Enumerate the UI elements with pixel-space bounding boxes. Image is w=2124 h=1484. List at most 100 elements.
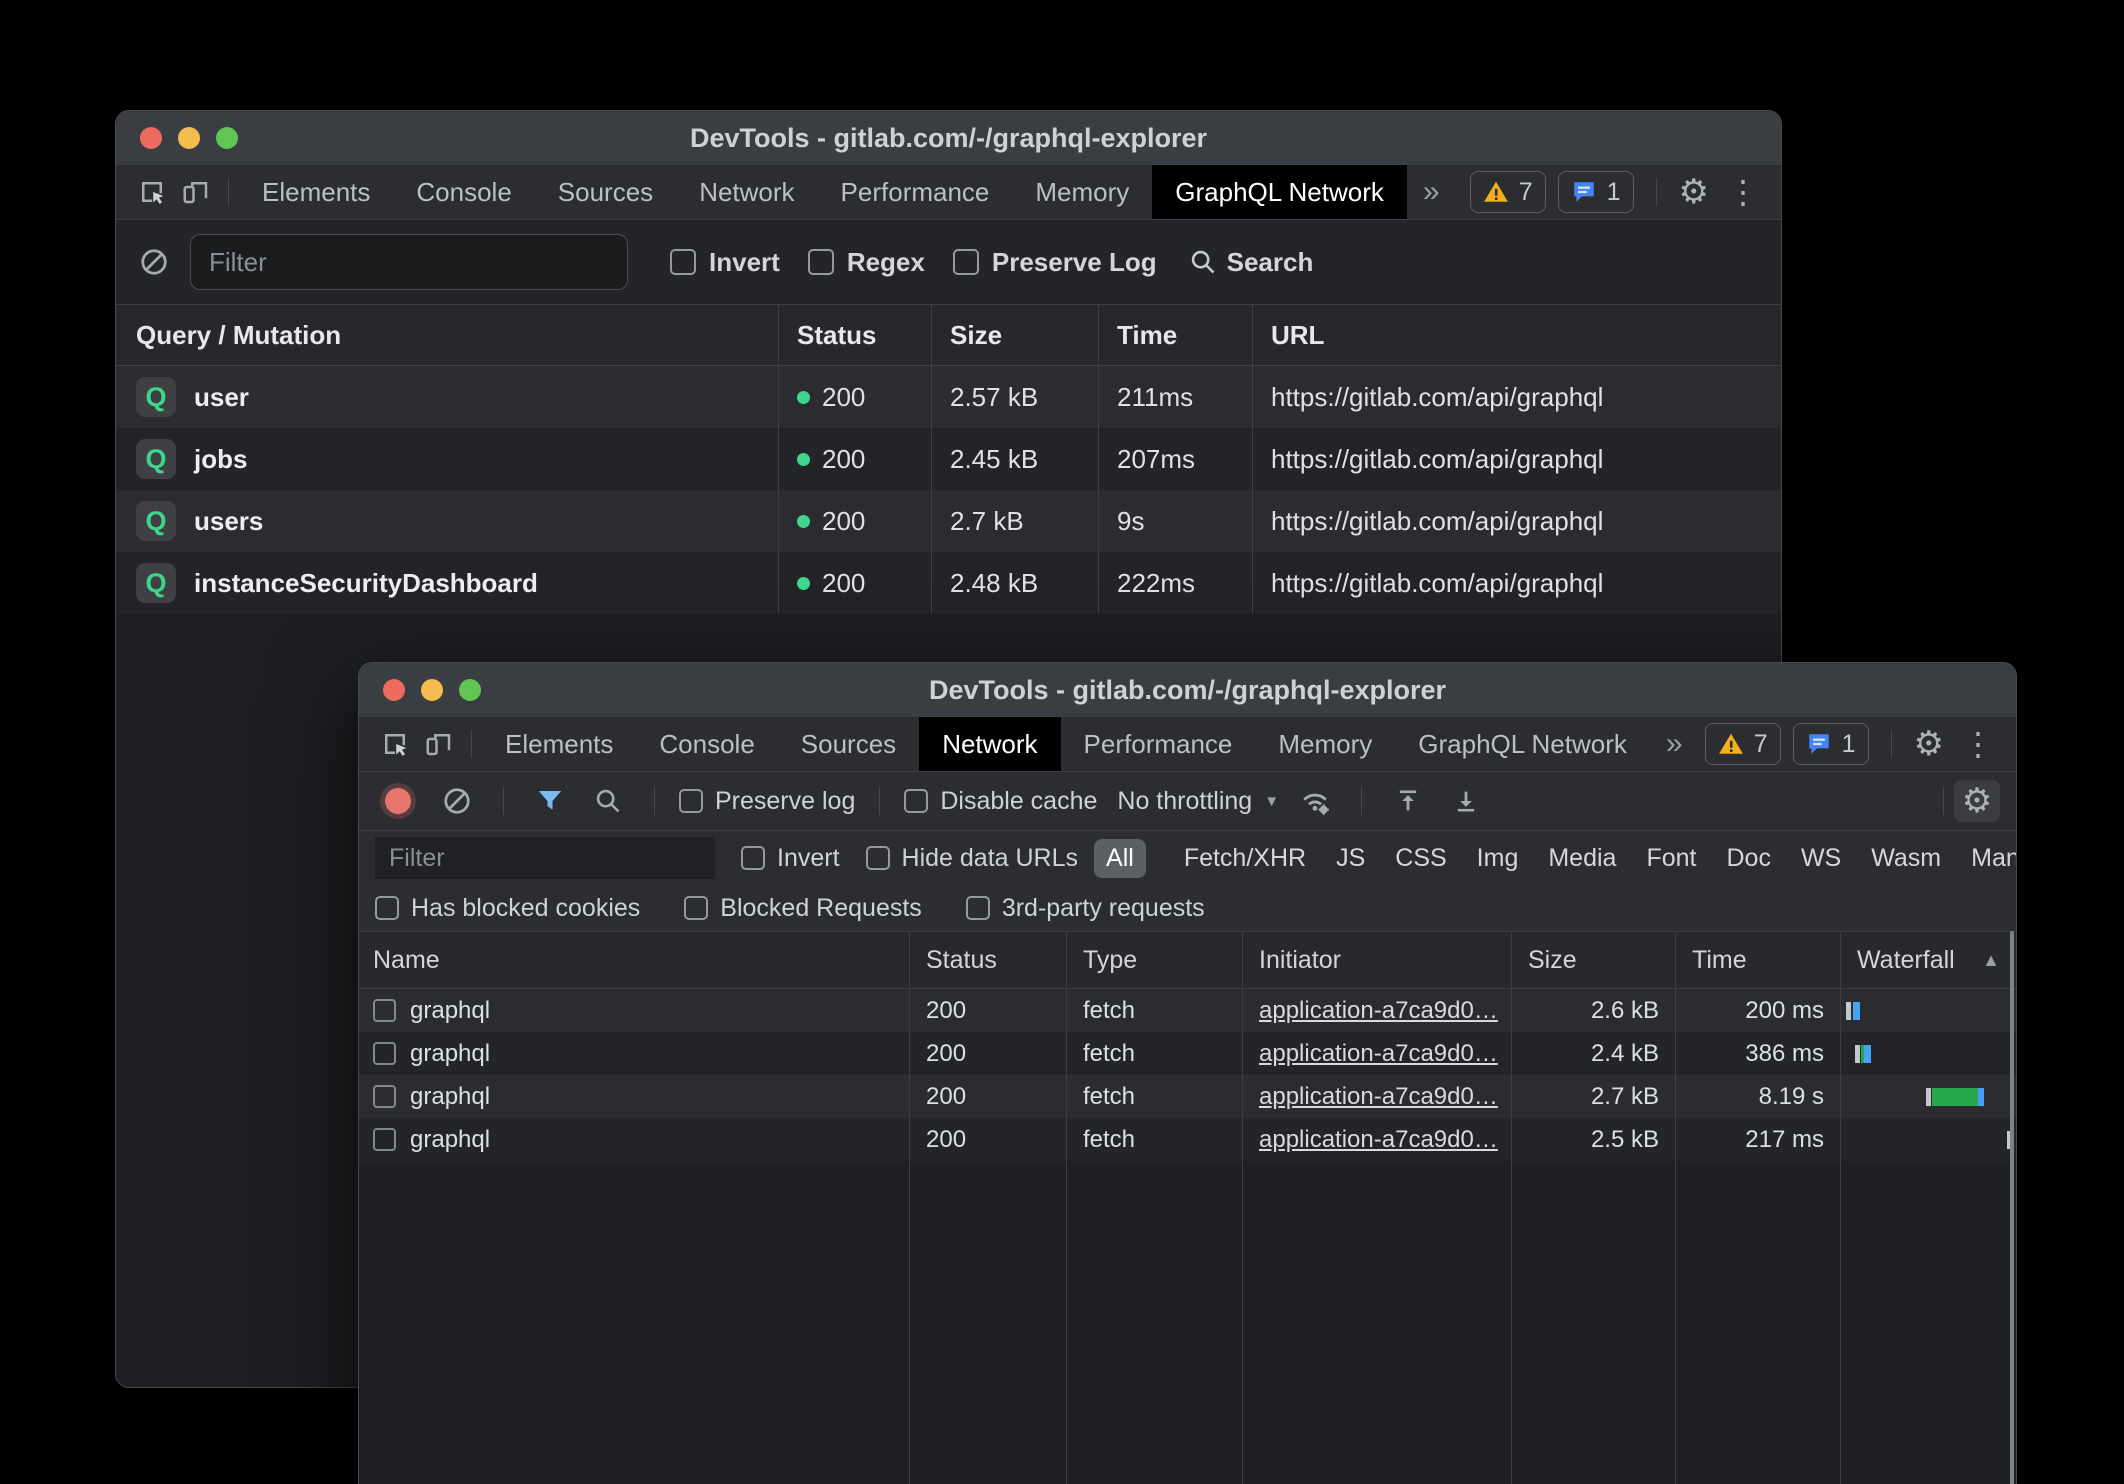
network-conditions-icon[interactable] [1293,779,1337,823]
type-filter-wasm[interactable]: Wasm [1859,839,1953,878]
type-filter-js[interactable]: JS [1324,839,1377,878]
disable-cache-checkbox[interactable] [904,789,928,813]
type-filter-css[interactable]: CSS [1383,839,1458,878]
initiator-link[interactable]: application-a7ca9d0… [1259,1126,1498,1154]
table-row[interactable]: graphql 200 fetch application-a7ca9d0… 2… [359,1118,2016,1161]
tab-console[interactable]: Console [636,717,777,771]
throttling-dropdown[interactable]: No throttling ▼ [1117,787,1279,816]
has-blocked-cookies-option[interactable]: Has blocked cookies [375,894,640,923]
table-row[interactable]: Qjobs 200 2.45 kB 207ms https://gitlab.c… [116,428,1781,490]
initiator-link[interactable]: application-a7ca9d0… [1259,1083,1498,1111]
type-filter-manifest[interactable]: Manifest [1959,839,2017,878]
invert-checkbox[interactable] [670,249,696,275]
settings-gear-icon[interactable]: ⚙ [1679,175,1709,209]
settings-gear-icon[interactable]: ⚙ [1914,727,1944,761]
warnings-badge[interactable]: 7 [1705,723,1781,765]
row-checkbox[interactable] [373,1128,396,1151]
filter-input[interactable] [190,234,628,290]
inspect-element-icon[interactable] [373,722,417,766]
filter-funnel-icon[interactable] [528,779,572,823]
regex-option[interactable]: Regex [808,247,925,278]
device-toolbar-icon[interactable] [174,170,218,214]
maximize-button[interactable] [459,679,481,701]
type-filter-ws[interactable]: WS [1789,839,1853,878]
tab-sources[interactable]: Sources [778,717,919,771]
hide-data-urls-checkbox[interactable] [866,846,890,870]
tab-network[interactable]: Network [676,165,817,219]
preserve-log-option[interactable]: Preserve log [679,787,855,816]
minimize-button[interactable] [421,679,443,701]
kebab-menu-icon[interactable]: ⋮ [1721,176,1765,208]
inspect-element-icon[interactable] [130,170,174,214]
export-har-icon[interactable] [1444,779,1488,823]
tab-memory[interactable]: Memory [1255,717,1395,771]
table-row[interactable]: Quser 200 2.57 kB 211ms https://gitlab.c… [116,366,1781,428]
table-row[interactable]: QinstanceSecurityDashboard 200 2.48 kB 2… [116,552,1781,614]
search-button[interactable]: Search [1189,247,1314,278]
titlebar[interactable]: DevTools - gitlab.com/-/graphql-explorer [116,111,1781,165]
minimize-button[interactable] [178,127,200,149]
messages-badge[interactable]: 1 [1793,723,1869,765]
preserve-log-option[interactable]: Preserve Log [953,247,1157,278]
column-header-name[interactable]: Name [359,932,909,988]
column-header-time[interactable]: Time [1675,932,1840,988]
close-button[interactable] [140,127,162,149]
disable-cache-option[interactable]: Disable cache [904,787,1097,816]
third-party-requests-checkbox[interactable] [966,896,990,920]
invert-option[interactable]: Invert [741,844,840,873]
type-filter-media[interactable]: Media [1536,839,1628,878]
record-network-log-button[interactable] [385,788,411,814]
row-checkbox[interactable] [373,1085,396,1108]
type-filter-fetch-xhr[interactable]: Fetch/XHR [1172,839,1318,878]
close-button[interactable] [383,679,405,701]
tab-graphql-network[interactable]: GraphQL Network [1152,165,1407,219]
search-icon[interactable] [586,779,630,823]
blocked-requests-checkbox[interactable] [684,896,708,920]
initiator-link[interactable]: application-a7ca9d0… [1259,1040,1498,1068]
invert-option[interactable]: Invert [670,247,780,278]
warnings-badge[interactable]: 7 [1470,171,1546,213]
column-header-status[interactable]: Status [909,932,1066,988]
kebab-menu-icon[interactable]: ⋮ [1956,728,2000,760]
titlebar[interactable]: DevTools - gitlab.com/-/graphql-explorer [359,663,2016,717]
type-filter-doc[interactable]: Doc [1714,839,1782,878]
row-checkbox[interactable] [373,999,396,1022]
vertical-scrollbar[interactable] [2010,931,2014,1484]
tab-sources[interactable]: Sources [535,165,676,219]
type-filter-font[interactable]: Font [1634,839,1708,878]
tab-performance[interactable]: Performance [1061,717,1256,771]
clear-block-icon[interactable] [132,240,176,284]
import-har-icon[interactable] [1386,779,1430,823]
regex-checkbox[interactable] [808,249,834,275]
tab-elements[interactable]: Elements [482,717,636,771]
more-tabs-icon[interactable]: » [1650,717,1699,771]
type-filter-all[interactable]: All [1094,839,1146,878]
tab-graphql-network[interactable]: GraphQL Network [1395,717,1650,771]
table-row[interactable]: graphql 200 fetch application-a7ca9d0… 2… [359,1075,2016,1118]
tab-performance[interactable]: Performance [818,165,1013,219]
initiator-link[interactable]: application-a7ca9d0… [1259,997,1498,1025]
maximize-button[interactable] [216,127,238,149]
tab-console[interactable]: Console [393,165,534,219]
tab-memory[interactable]: Memory [1012,165,1152,219]
blocked-requests-option[interactable]: Blocked Requests [684,894,922,923]
table-row[interactable]: graphql 200 fetch application-a7ca9d0… 2… [359,989,2016,1032]
column-header-waterfall[interactable]: Waterfall ▲ [1840,932,2016,988]
device-toolbar-icon[interactable] [417,722,461,766]
table-row[interactable]: Qusers 200 2.7 kB 9s https://gitlab.com/… [116,490,1781,552]
column-header-type[interactable]: Type [1066,932,1242,988]
network-filter-input[interactable] [375,837,715,879]
has-blocked-cookies-checkbox[interactable] [375,896,399,920]
preserve-log-checkbox[interactable] [679,789,703,813]
clear-network-log-icon[interactable] [435,779,479,823]
third-party-requests-option[interactable]: 3rd-party requests [966,894,1205,923]
invert-checkbox[interactable] [741,846,765,870]
messages-badge[interactable]: 1 [1558,171,1634,213]
table-row[interactable]: graphql 200 fetch application-a7ca9d0… 2… [359,1032,2016,1075]
tab-elements[interactable]: Elements [239,165,393,219]
preserve-log-checkbox[interactable] [953,249,979,275]
type-filter-img[interactable]: Img [1465,839,1531,878]
column-header-initiator[interactable]: Initiator [1242,932,1511,988]
hide-data-urls-option[interactable]: Hide data URLs [866,844,1078,873]
tab-network[interactable]: Network [919,717,1060,771]
